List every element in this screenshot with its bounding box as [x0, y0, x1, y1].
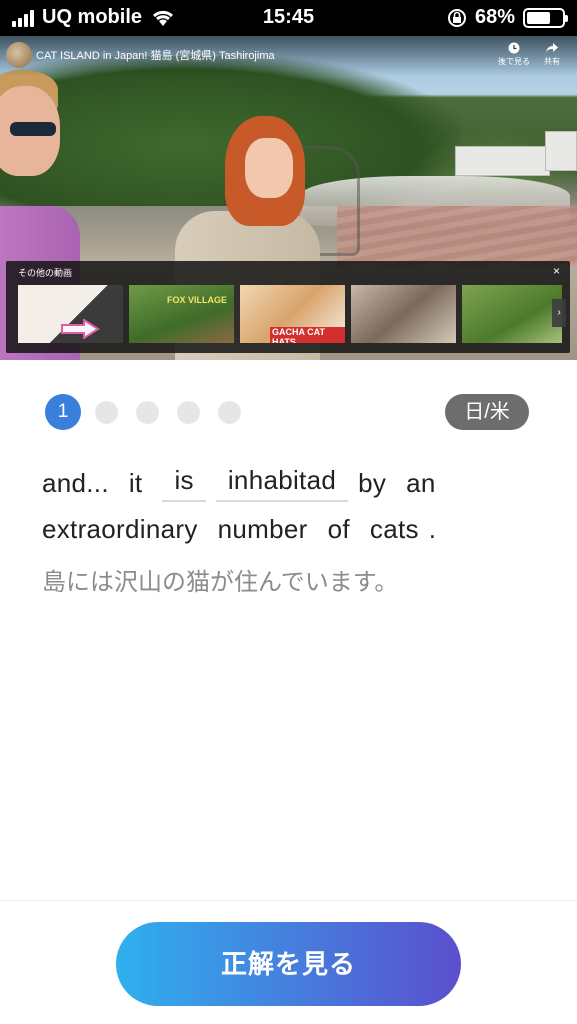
- translation-text: 島には沢山の猫が住んでいます。: [42, 569, 399, 596]
- pager-dot[interactable]: [95, 400, 118, 424]
- channel-avatar[interactable]: [6, 42, 32, 68]
- watch-later-label: 後で見る: [498, 57, 530, 66]
- exercise-sentence: and... it is inhabitad by an extraordina…: [42, 460, 462, 552]
- share-icon: [546, 43, 558, 53]
- sentence-line: extraordinary number of cats .: [42, 506, 462, 552]
- arrow-right-icon: [61, 319, 100, 339]
- more-videos-panel: その他の動画 × FOX VILLAGE GACHA CAT HATS ›: [6, 261, 570, 353]
- sentence-word: it: [128, 467, 143, 498]
- pager-dot[interactable]: [218, 400, 241, 424]
- video-scene-house: [545, 131, 577, 171]
- battery-fill: [527, 11, 551, 24]
- question-pager: 1: [45, 394, 241, 430]
- video-player[interactable]: CAT ISLAND in Japan! 猫島 (宮城県) Tashirojim…: [0, 36, 577, 360]
- share-label: 共有: [544, 57, 560, 66]
- answer-blank[interactable]: inhabitad: [215, 465, 349, 502]
- sentence-word: and...: [42, 467, 109, 498]
- battery-percent: 68%: [474, 6, 515, 28]
- video-thumbnail[interactable]: [351, 285, 456, 343]
- video-title[interactable]: CAT ISLAND in Japan! 猫島 (宮城県) Tashirojim…: [36, 47, 275, 63]
- sentence-word: an: [406, 467, 436, 498]
- video-thumbnail[interactable]: GACHA CAT HATS: [240, 285, 345, 343]
- thumbnail-caption: FOX VILLAGE: [167, 295, 228, 305]
- sentence-word: extraordinary: [42, 513, 198, 544]
- divider: [0, 900, 577, 901]
- video-scene-house: [455, 146, 550, 176]
- close-icon[interactable]: ×: [553, 264, 560, 278]
- sentence-word: of: [327, 513, 350, 544]
- share-button[interactable]: 共有: [532, 42, 572, 67]
- watch-later-button[interactable]: 後で見る: [494, 42, 534, 67]
- sentence-period: .: [428, 513, 437, 544]
- pager-dot[interactable]: [136, 400, 159, 424]
- sentence-word: by: [358, 467, 387, 498]
- thumbnail-caption: GACHA CAT HATS: [270, 327, 345, 343]
- status-bar: UQ mobile 15:45 68%: [0, 0, 577, 36]
- pager-dot[interactable]: [177, 400, 200, 424]
- video-thumbnail[interactable]: [18, 285, 123, 343]
- rotation-lock-icon: [447, 8, 466, 27]
- show-answer-button[interactable]: 正解を見る: [116, 922, 461, 1006]
- clock-icon: [508, 42, 520, 54]
- chevron-right-icon[interactable]: ›: [552, 299, 566, 327]
- sentence-word: number: [217, 513, 308, 544]
- video-title-bar: CAT ISLAND in Japan! 猫島 (宮城県) Tashirojim…: [0, 36, 577, 76]
- battery-icon: [523, 7, 568, 28]
- status-right: 68%: [447, 6, 568, 29]
- pager-dot-current[interactable]: 1: [45, 394, 81, 430]
- sentence-line: and... it is inhabitad by an: [42, 460, 462, 506]
- more-videos-label: その他の動画: [18, 268, 73, 278]
- answer-blank[interactable]: is: [162, 465, 206, 502]
- video-scene-roof: [337, 206, 577, 266]
- video-thumbnail[interactable]: FOX VILLAGE: [129, 285, 234, 343]
- video-thumbnail[interactable]: [462, 285, 562, 343]
- more-videos-thumbnails: FOX VILLAGE GACHA CAT HATS: [18, 285, 562, 343]
- sentence-word: cats: [369, 513, 419, 544]
- language-toggle-button[interactable]: 日/米: [445, 394, 529, 430]
